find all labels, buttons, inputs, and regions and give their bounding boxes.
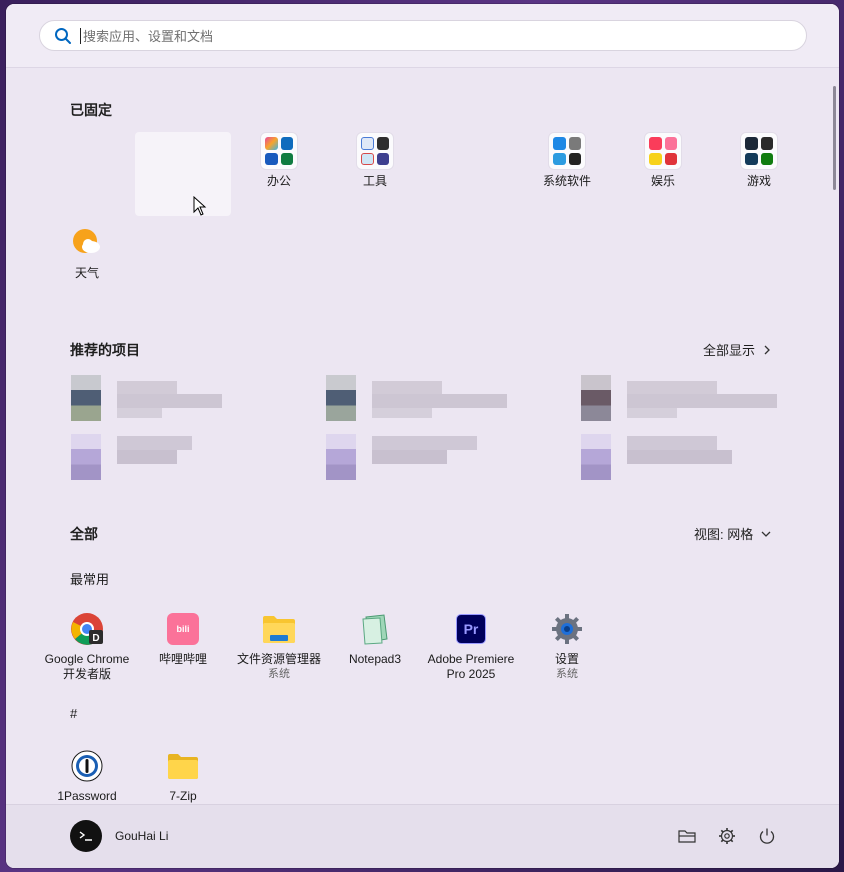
pinned-item-label: 工具 <box>362 174 387 188</box>
app-settings[interactable]: 设置 系统 <box>519 602 615 694</box>
recommended-item[interactable] <box>326 375 511 421</box>
start-menu: 搜索应用、设置和文档 已固定 办公 工具 系统软件 娱乐 游戏 天气 推荐的项目… <box>6 4 839 868</box>
app-notepad3[interactable]: Notepad3 <box>327 602 423 686</box>
recommended-item[interactable] <box>581 434 741 480</box>
pinned-item-office[interactable]: 办公 <box>231 132 327 216</box>
view-mode-label: 视图: 网格 <box>694 527 754 542</box>
pinned-item-weather[interactable]: 天气 <box>39 216 135 300</box>
search-input[interactable]: 搜索应用、设置和文档 <box>39 20 807 51</box>
app-label: 7-Zip <box>169 789 197 803</box>
app-bilibili[interactable]: bili 哔哩哔哩 <box>135 602 231 686</box>
recommended-title: 推荐的项目 <box>70 342 140 358</box>
7zip-folder-icon <box>164 747 202 785</box>
games-folder-icon <box>740 132 778 170</box>
pinned-item-tools[interactable]: 工具 <box>327 132 423 216</box>
recommended-item[interactable] <box>326 434 486 480</box>
user-bar: GouHai Li <box>6 804 839 868</box>
app-chrome-dev[interactable]: D Google Chrome 开发者版 <box>39 602 135 694</box>
pinned-item-label: 天气 <box>74 266 99 280</box>
view-mode-button[interactable]: 视图: 网格 <box>694 524 771 543</box>
search-bar-area: 搜索应用、设置和文档 <box>6 4 839 68</box>
app-label: Notepad3 <box>348 652 402 666</box>
pinned-title: 已固定 <box>70 102 112 118</box>
recommended-item[interactable] <box>56 434 206 480</box>
recommended-item[interactable] <box>581 375 777 421</box>
notepad3-icon <box>356 610 394 648</box>
app-file-explorer[interactable]: 文件资源管理器 系统 <box>231 602 327 694</box>
user-name[interactable]: GouHai Li <box>115 829 168 843</box>
weather-icon <box>68 224 106 262</box>
bilibili-icon: bili <box>164 610 202 648</box>
hash-group-title: # <box>70 706 78 721</box>
settings-icon <box>548 610 586 648</box>
system-folder-icon <box>548 132 586 170</box>
avatar[interactable] <box>70 820 102 852</box>
search-placeholder: 搜索应用、设置和文档 <box>83 29 214 44</box>
power-icon[interactable] <box>758 827 776 845</box>
show-all-label: 全部显示 <box>703 343 756 358</box>
text-caret <box>80 27 81 44</box>
chevron-right-icon <box>764 345 770 354</box>
chrome-dev-icon: D <box>68 610 106 648</box>
search-icon <box>55 27 71 44</box>
pinned-item-label: 系统软件 <box>542 174 591 188</box>
app-label: 1Password <box>57 789 117 803</box>
pinned-empty-slot[interactable] <box>135 132 231 216</box>
premiere-icon: Pr <box>452 610 490 648</box>
app-label: 设置 <box>554 652 579 666</box>
app-label: 哔哩哔哩 <box>158 652 207 666</box>
app-label: 文件资源管理器 <box>236 652 321 666</box>
svg-text:D: D <box>92 633 99 644</box>
tools-folder-icon <box>356 132 394 170</box>
office-folder-icon <box>260 132 298 170</box>
file-explorer-icon <box>260 610 298 648</box>
app-sublabel: 系统 <box>556 668 578 680</box>
pinned-item-system[interactable]: 系统软件 <box>519 132 615 216</box>
pinned-item-entertainment[interactable]: 娱乐 <box>615 132 711 216</box>
entertainment-folder-icon <box>644 132 682 170</box>
recommended-item[interactable] <box>71 375 231 421</box>
chevron-down-icon <box>761 531 771 537</box>
most-used-title: 最常用 <box>70 572 110 587</box>
show-all-button[interactable]: 全部显示 <box>703 340 771 359</box>
pinned-item-label: 办公 <box>266 174 291 188</box>
pinned-item-games[interactable]: 游戏 <box>711 132 807 216</box>
file-explorer-shortcut-icon[interactable] <box>678 827 696 845</box>
app-label: Adobe Premiere Pro 2025 <box>427 652 515 681</box>
settings-shortcut-icon[interactable] <box>718 827 736 845</box>
terminal-avatar-icon <box>79 831 92 841</box>
cursor-icon <box>193 196 207 216</box>
app-premiere[interactable]: Pr Adobe Premiere Pro 2025 <box>423 602 519 694</box>
all-apps-title: 全部 <box>70 526 98 542</box>
app-sublabel: 系统 <box>268 668 290 680</box>
pinned-item-label: 娱乐 <box>650 174 675 188</box>
scrollbar-thumb[interactable] <box>833 86 836 190</box>
1password-icon <box>68 747 106 785</box>
app-label: Google Chrome 开发者版 <box>44 652 130 681</box>
pinned-item-label: 游戏 <box>746 174 771 188</box>
